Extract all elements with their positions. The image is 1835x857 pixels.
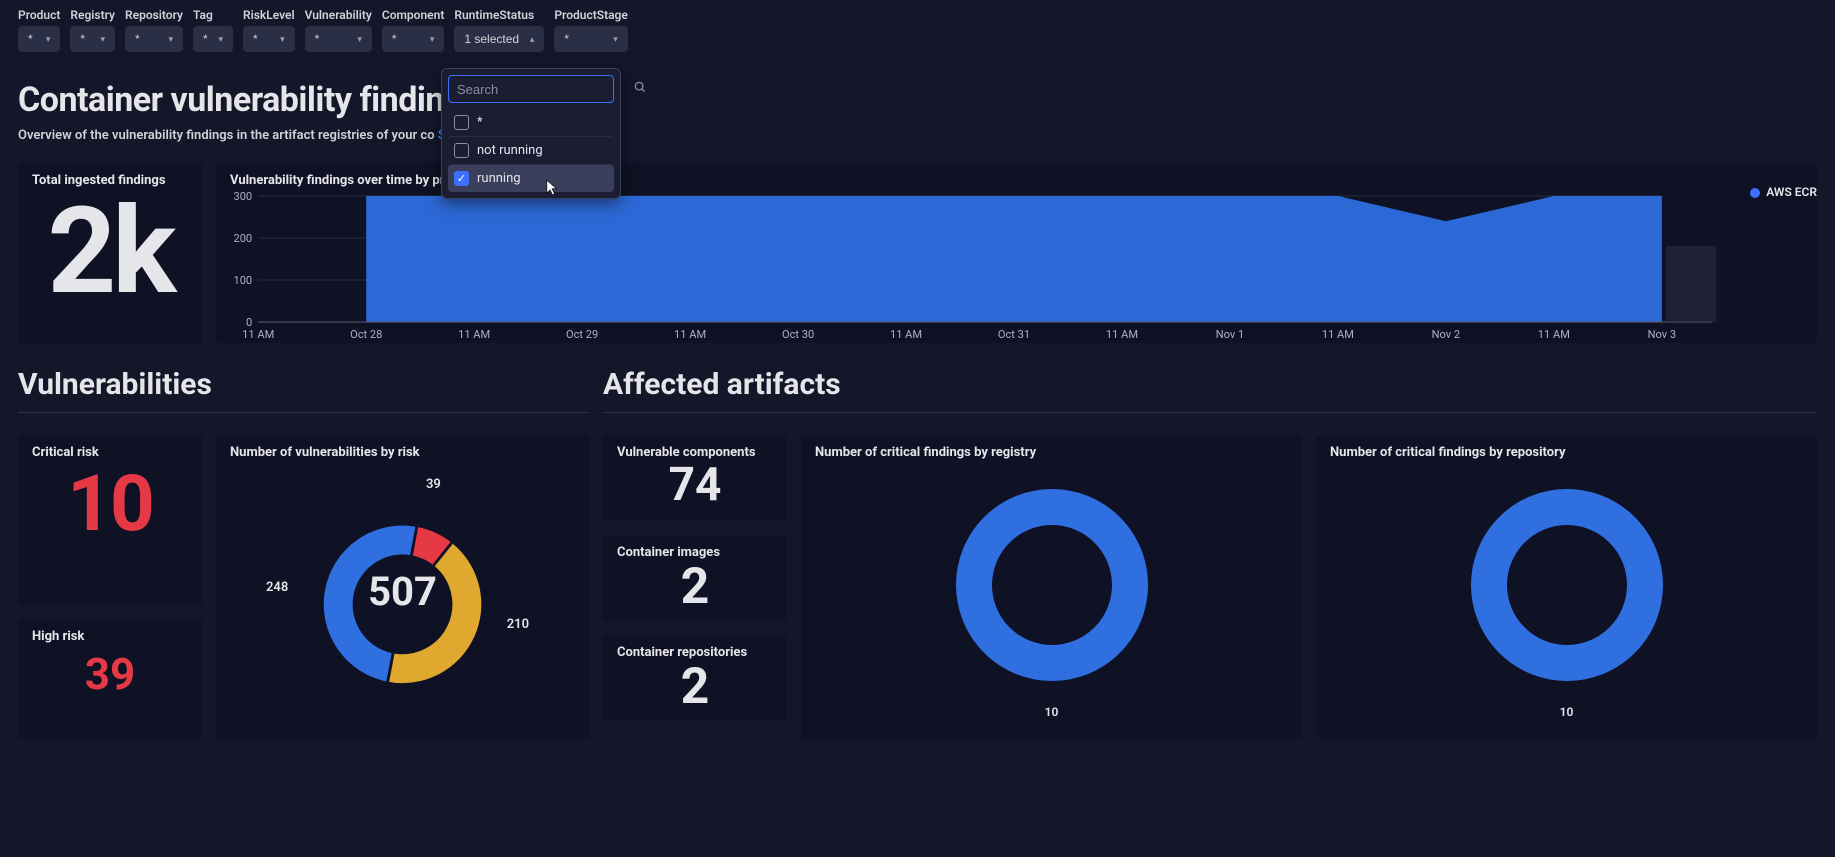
chevron-up-icon: ▴ — [530, 34, 535, 45]
ring-chart[interactable] — [952, 485, 1152, 685]
svg-text:Nov 2: Nov 2 — [1432, 328, 1460, 341]
svg-text:11 AM: 11 AM — [1106, 328, 1138, 341]
filter-productstage[interactable]: *▾ — [554, 26, 627, 52]
vulnerable-components-value: 74 — [617, 462, 773, 508]
svg-text:11 AM: 11 AM — [1538, 328, 1570, 341]
page-header: Container vulnerability findings Overvie… — [18, 80, 1817, 143]
donut-label: 248 — [266, 580, 288, 595]
filter-label-registry: Registry — [70, 8, 115, 22]
svg-text:300: 300 — [233, 192, 252, 203]
filter-label-tag: Tag — [193, 8, 233, 22]
panel-vuln-by-risk: Number of vulnerabilities by risk 507 39… — [216, 435, 589, 739]
page-title: Container vulnerability findings — [18, 80, 1817, 120]
container-repos-value: 2 — [617, 662, 773, 712]
chevron-down-icon: ▾ — [218, 34, 223, 45]
panel-vulnerable-components: Vulnerable components 74 — [603, 435, 787, 521]
filter-label-product: Product — [18, 8, 60, 22]
filter-label-productstage: ProductStage — [554, 8, 627, 22]
dropdown-option-running[interactable]: ✓ running — [448, 164, 614, 192]
svg-text:Oct 31: Oct 31 — [998, 328, 1030, 341]
filter-label-repository: Repository — [125, 8, 183, 22]
high-risk-value: 39 — [32, 652, 188, 696]
dropdown-option-label: running — [477, 171, 521, 186]
svg-text:Oct 30: Oct 30 — [782, 328, 814, 341]
filter-tag[interactable]: *▾ — [193, 26, 233, 52]
svg-text:Nov 1: Nov 1 — [1216, 328, 1244, 341]
panel-title: Number of critical findings by registry — [815, 445, 1288, 460]
panel-container-images: Container images 2 — [603, 535, 787, 621]
filter-vulnerability[interactable]: *▾ — [305, 26, 372, 52]
svg-text:11 AM: 11 AM — [674, 328, 706, 341]
filter-label-risklevel: RiskLevel — [243, 8, 295, 22]
donut-label: 39 — [426, 477, 441, 492]
svg-text:11 AM: 11 AM — [242, 328, 274, 341]
filter-label-runtimestatus: RuntimeStatus — [454, 8, 544, 22]
section-title-vulnerabilities: Vulnerabilities — [18, 367, 589, 413]
panel-findings-by-repository: Number of critical findings by repositor… — [1316, 435, 1817, 739]
checkbox-icon — [454, 143, 469, 158]
filter-registry[interactable]: *▾ — [70, 26, 115, 52]
svg-text:Oct 28: Oct 28 — [350, 328, 382, 341]
svg-text:11 AM: 11 AM — [458, 328, 490, 341]
chevron-down-icon: ▾ — [100, 34, 105, 45]
ring-chart[interactable] — [1467, 485, 1667, 685]
panel-title: Number of critical findings by repositor… — [1330, 445, 1803, 460]
panel-total-findings: Total ingested findings 2k — [18, 163, 202, 343]
chevron-down-icon: ▾ — [168, 34, 173, 45]
filter-bar: Product *▾ Registry *▾ Repository *▾ Tag… — [18, 8, 1817, 52]
svg-text:100: 100 — [233, 274, 252, 287]
dropdown-option-notrunning[interactable]: not running — [448, 136, 614, 164]
page-desc-text: Overview of the vulnerability findings i… — [18, 128, 435, 143]
panel-critical-risk: Critical risk 10 — [18, 435, 202, 605]
container-images-value: 2 — [617, 562, 773, 612]
dropdown-search[interactable] — [448, 75, 614, 103]
filter-runtimestatus[interactable]: 1 selected▴ — [454, 26, 544, 52]
svg-text:Oct 29: Oct 29 — [566, 328, 598, 341]
svg-text:Nov 3: Nov 3 — [1648, 328, 1676, 341]
area-chart[interactable]: 0 100 200 300 11 AM Oct 28 11 AM Oct 29 11 AM Oct… — [230, 192, 1803, 342]
dropdown-option-label: * — [477, 115, 483, 130]
filter-component[interactable]: *▾ — [382, 26, 445, 52]
search-icon — [633, 80, 647, 98]
page-description: Overview of the vulnerability findings i… — [18, 128, 1817, 143]
chevron-down-icon: ▾ — [46, 34, 51, 45]
panel-high-risk: High risk 39 — [18, 619, 202, 739]
filter-label-vulnerability: Vulnerability — [305, 8, 372, 22]
panel-title: High risk — [32, 629, 188, 644]
filter-label-component: Component — [382, 8, 445, 22]
filter-product[interactable]: *▾ — [18, 26, 60, 52]
chevron-down-icon: ▾ — [280, 34, 285, 45]
checkbox-icon — [454, 115, 469, 130]
critical-risk-value: 10 — [32, 466, 188, 544]
dropdown-option-all[interactable]: * — [448, 109, 614, 136]
donut-center-value: 507 — [368, 568, 437, 615]
svg-text:200: 200 — [233, 232, 252, 245]
svg-text:11 AM: 11 AM — [1322, 328, 1354, 341]
section-title-affected: Affected artifacts — [603, 367, 1817, 413]
dropdown-search-input[interactable] — [457, 82, 633, 97]
svg-text:11 AM: 11 AM — [890, 328, 922, 341]
panel-title: Number of vulnerabilities by risk — [230, 445, 575, 460]
chevron-down-icon: ▾ — [430, 34, 435, 45]
svg-text:0: 0 — [246, 316, 252, 329]
ring-label: 10 — [1330, 705, 1803, 725]
chevron-down-icon: ▾ — [613, 34, 618, 45]
panel-container-repos: Container repositories 2 — [603, 635, 787, 721]
total-findings-value: 2k — [32, 192, 188, 312]
panel-title: Critical risk — [32, 445, 188, 460]
checkbox-checked-icon: ✓ — [454, 171, 469, 186]
ring-label: 10 — [815, 705, 1288, 725]
panel-findings-by-registry: Number of critical findings by registry … — [801, 435, 1302, 739]
chevron-down-icon: ▾ — [357, 34, 362, 45]
filter-risklevel[interactable]: *▾ — [243, 26, 295, 52]
donut-label: 210 — [507, 617, 529, 632]
dropdown-option-label: not running — [477, 143, 543, 158]
runtimestatus-dropdown: * not running ✓ running — [441, 68, 621, 199]
filter-repository[interactable]: *▾ — [125, 26, 183, 52]
